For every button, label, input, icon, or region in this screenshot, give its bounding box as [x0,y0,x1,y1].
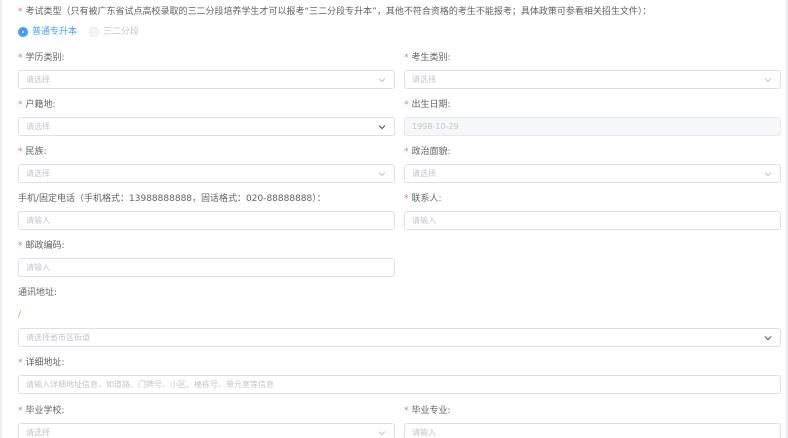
phone-placeholder: 请输入 [26,216,50,225]
ethnicity-select[interactable]: 请选择 [18,164,395,183]
chevron-down-icon [377,428,387,438]
chevron-down-icon [377,169,387,179]
required-mark: * [404,147,409,157]
postcode-label-text: 邮政编码: [25,241,65,251]
radio-general-upgrade[interactable] [18,27,28,37]
school-label: * 毕业学校: [18,405,65,417]
education-type-label-text: 学历类别: [25,53,65,63]
political-status-select[interactable]: 请选择 [404,164,781,183]
school-placeholder: 请选择 [26,428,50,437]
political-status-label-text: 政治面貌: [411,147,451,157]
candidate-type-select[interactable]: 请选择 [404,70,781,89]
postcode-placeholder: 请输入 [26,263,50,272]
school-label-text: 毕业学校: [25,406,65,416]
required-mark: * [18,406,23,416]
contact-person-label: * 联系人: [404,193,442,205]
school-select[interactable]: 请选择 [18,423,395,438]
household-select[interactable]: 请选择 [18,117,395,136]
contact-person-label-text: 联系人: [411,194,442,204]
chevron-down-icon [763,75,773,85]
detail-address-placeholder: 请输入详细地址信息，如道路、门牌号、小区、楼栋号、单元室等信息 [26,380,274,389]
address-label-text: 通讯地址: [18,288,58,298]
major-label: * 毕业专业: [404,405,451,417]
ethnicity-placeholder: 请选择 [26,169,50,178]
birth-date-value: 1998-10-29 [412,122,459,131]
birth-date-label-text: 出生日期: [411,100,451,110]
ethnicity-label: * 民族: [18,146,47,158]
candidate-type-label-text: 考生类别: [411,53,451,63]
chevron-down-icon [763,333,773,343]
required-mark: * [18,53,23,63]
exam-type-label: * 考试类型（只有被广东省试点高校录取的三二分段培养学生才可以报考“三二分段专升本… [18,6,651,18]
detail-address-label: * 详细地址: [18,357,65,369]
required-mark: * [18,100,23,110]
exam-type-label-text: 考试类型（只有被广东省试点高校录取的三二分段培养学生才可以报考“三二分段专升本”… [25,7,652,17]
address-separator: / [18,310,22,320]
required-mark: * [404,53,409,63]
household-placeholder: 请选择 [26,122,50,131]
phone-label-text: 手机/固定电话（手机格式：13988888888，固话格式：020-888888… [18,194,326,204]
detail-address-input[interactable]: 请输入详细地址信息，如道路、门牌号、小区、楼栋号、单元室等信息 [18,375,781,394]
education-type-select[interactable]: 请选择 [18,70,395,89]
chevron-down-icon [377,75,387,85]
candidate-type-placeholder: 请选择 [412,75,436,84]
required-mark: * [404,194,409,204]
education-type-label: * 学历类别: [18,52,65,64]
required-mark: * [404,406,409,416]
required-mark: * [18,147,23,157]
radio-general-upgrade-label[interactable]: 普通专升本 [32,26,77,38]
required-mark: * [18,7,23,17]
phone-input[interactable]: 请输入 [18,211,395,230]
household-label-text: 户籍地: [25,100,56,110]
birth-date-label: * 出生日期: [404,99,451,111]
postcode-label: * 邮政编码: [18,240,65,252]
education-type-placeholder: 请选择 [26,75,50,84]
political-status-placeholder: 请选择 [412,169,436,178]
postcode-input[interactable]: 请输入 [18,258,395,277]
radio-three-two-segment-label[interactable]: 三二分段 [103,26,139,38]
address-label: 通讯地址: [18,287,57,299]
major-placeholder: 请输入 [412,428,436,437]
chevron-down-icon [763,169,773,179]
phone-label: 手机/固定电话（手机格式：13988888888，固话格式：020-888888… [18,193,326,205]
political-status-label: * 政治面貌: [404,146,451,158]
household-label: * 户籍地: [18,99,56,111]
major-input[interactable]: 请输入 [404,423,781,438]
frame-left-border [0,0,2,438]
contact-person-input[interactable]: 请输入 [404,211,781,230]
address-placeholder: 请选择省市区街道 [26,333,90,342]
candidate-type-label: * 考生类别: [404,52,451,64]
contact-person-placeholder: 请输入 [412,216,436,225]
required-mark: * [18,358,23,368]
radio-three-two-segment[interactable] [89,27,100,37]
chevron-down-icon [377,122,387,132]
address-cascader[interactable]: 请选择省市区街道 [18,328,781,347]
required-mark: * [404,100,409,110]
ethnicity-label-text: 民族: [25,147,47,157]
detail-address-label-text: 详细地址: [25,358,65,368]
birth-date-input: 1998-10-29 [404,117,781,136]
required-mark: * [18,241,23,251]
major-label-text: 毕业专业: [411,406,451,416]
exam-type-radio-group: 普通专升本 三二分段 [18,26,151,38]
